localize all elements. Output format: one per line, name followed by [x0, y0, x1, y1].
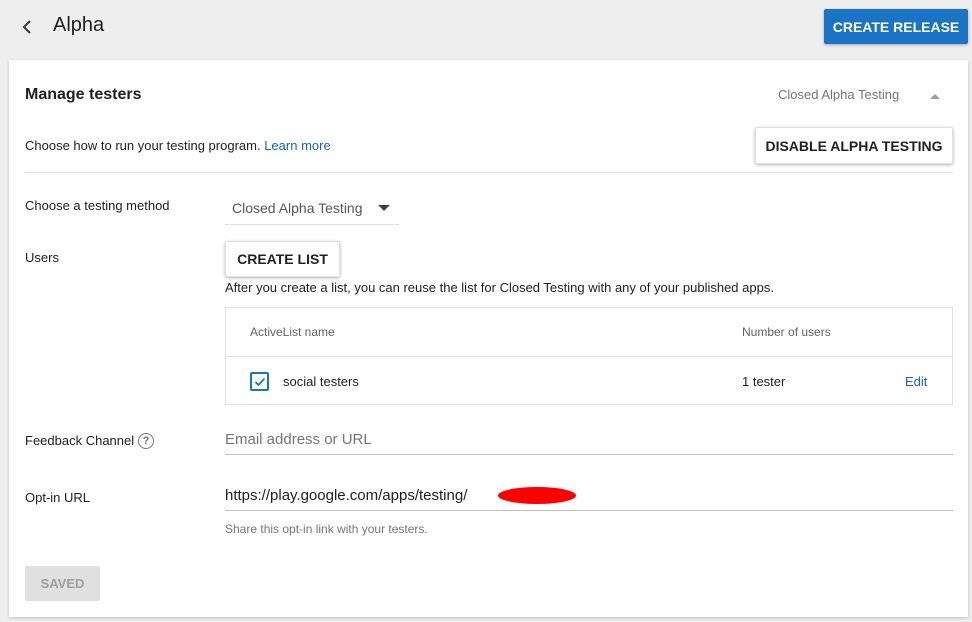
- help-icon[interactable]: ?: [138, 433, 154, 449]
- opt-in-url-field[interactable]: [225, 481, 953, 511]
- users-label: Users: [25, 250, 59, 265]
- dropdown-arrow-icon: [378, 205, 390, 211]
- back-button[interactable]: [14, 14, 40, 40]
- column-header-list-name: ActiveList name: [250, 325, 335, 339]
- page-title: Alpha: [53, 14, 105, 36]
- opt-in-hint: Share this opt-in link with your testers…: [225, 522, 428, 536]
- testing-method-label: Choose a testing method: [25, 198, 170, 213]
- opt-in-url-label: Opt-in URL: [25, 490, 91, 505]
- card-title: Manage testers: [25, 86, 142, 103]
- list-hint: After you create a list, you can reuse t…: [225, 280, 774, 295]
- column-header-number-of-users: Number of users: [742, 325, 831, 339]
- learn-more-link[interactable]: Learn more: [264, 138, 330, 153]
- feedback-channel-label: Feedback Channel: [25, 433, 135, 448]
- create-list-button[interactable]: CREATE LIST: [225, 241, 340, 277]
- chevron-left-icon: [22, 20, 31, 34]
- tester-list-table: ActiveList name Number of users social t…: [225, 307, 953, 405]
- collapse-icon[interactable]: [928, 91, 942, 101]
- intro-text: Choose how to run your testing program. …: [25, 138, 331, 153]
- list-name: social testers: [283, 374, 359, 389]
- user-count: 1 tester: [742, 374, 786, 389]
- top-bar: Alpha CREATE RELEASE: [0, 0, 972, 58]
- redaction-mark: [498, 487, 576, 504]
- saved-button: SAVED: [25, 566, 100, 601]
- table-divider: [226, 356, 952, 357]
- intro-description: Choose how to run your testing program.: [25, 138, 261, 153]
- create-release-button[interactable]: CREATE RELEASE: [824, 9, 968, 44]
- testing-status: Closed Alpha Testing: [778, 87, 900, 102]
- edit-list-link[interactable]: Edit: [905, 374, 927, 389]
- active-list-checkbox[interactable]: [250, 372, 269, 391]
- manage-testers-card: Manage testers Closed Alpha Testing Choo…: [9, 60, 968, 617]
- testing-method-value: Closed Alpha Testing: [232, 200, 363, 216]
- divider: [25, 172, 953, 173]
- testing-method-select[interactable]: Closed Alpha Testing: [225, 193, 399, 225]
- check-icon: [254, 377, 265, 386]
- disable-alpha-testing-button[interactable]: DISABLE ALPHA TESTING: [755, 127, 953, 164]
- feedback-channel-input[interactable]: [225, 425, 953, 455]
